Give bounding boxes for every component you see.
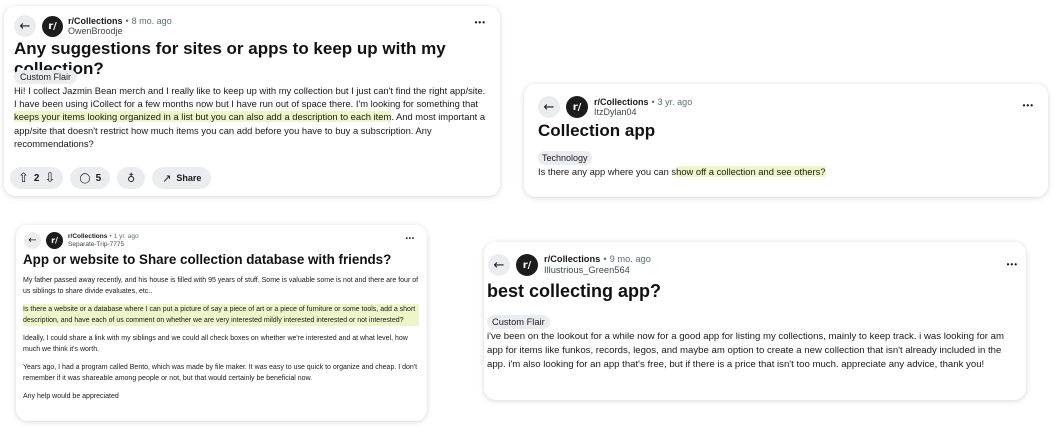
- post-body: My father passed away recently, and his …: [23, 275, 419, 402]
- post-author[interactable]: OwenBroodje: [68, 26, 172, 36]
- comments-button[interactable]: ◯ 5: [70, 167, 111, 189]
- back-button[interactable]: ←: [24, 232, 41, 249]
- post-age: 1 yr. ago: [113, 233, 139, 241]
- upvote-icon[interactable]: ⇧: [18, 171, 29, 186]
- post-body: Is there any app where you can show off …: [538, 165, 1034, 178]
- share-icon: ↗: [162, 171, 172, 185]
- share-label: Share: [176, 173, 202, 183]
- post-author[interactable]: Illustrious_Green564: [544, 265, 651, 276]
- back-button[interactable]: ←: [488, 254, 510, 276]
- post-title: Collection app: [538, 121, 656, 140]
- body-paragraph: Ideally, I could share a link with my si…: [23, 335, 408, 353]
- subreddit-avatar[interactable]: r/: [516, 254, 538, 276]
- post-body: i've been on the lookout for a while now…: [487, 330, 1020, 371]
- body-text: Hi! I collect Jazmin Bean merch and I re…: [14, 85, 486, 110]
- arrow-left-icon: ←: [19, 18, 31, 34]
- more-options-icon[interactable]: •••: [1023, 101, 1034, 110]
- post-card-4: ← r/ r/Collections • 9 mo. ago Illustrio…: [484, 242, 1026, 400]
- subreddit-avatar[interactable]: r/: [46, 232, 63, 249]
- downvote-icon[interactable]: ⇩: [44, 171, 55, 186]
- post-age: 9 mo. ago: [609, 254, 651, 265]
- post-title: App or website to Share collection datab…: [23, 252, 392, 267]
- arrow-left-icon: ←: [493, 257, 505, 273]
- body-highlight: how off a collection and see others?: [676, 166, 826, 177]
- body-paragraph: Years ago, I had a program called Bento,…: [23, 364, 418, 382]
- post-author[interactable]: Separate-Trip-7775: [68, 241, 139, 248]
- subreddit-name[interactable]: r/Collections: [594, 97, 649, 107]
- meta-separator: •: [125, 15, 129, 26]
- post-title: Any suggestions for sites or apps to kee…: [14, 39, 446, 78]
- subreddit-name[interactable]: r/Collections: [68, 233, 107, 240]
- vote-count: 2: [33, 172, 40, 184]
- award-button[interactable]: ♁: [117, 167, 146, 189]
- post-flair[interactable]: Custom Flair: [487, 315, 550, 329]
- more-options-icon[interactable]: •••: [475, 18, 486, 27]
- post-title: best collecting app?: [487, 281, 662, 301]
- vote-control: ⇧ 2 ⇩: [10, 167, 64, 189]
- arrow-left-icon: ←: [543, 99, 555, 115]
- more-options-icon[interactable]: •••: [406, 236, 415, 242]
- subreddit-name[interactable]: r/Collections: [544, 254, 600, 265]
- back-button[interactable]: ←: [14, 15, 36, 37]
- more-options-icon[interactable]: •••: [1007, 260, 1018, 269]
- meta-separator: •: [109, 233, 112, 241]
- award-icon: ♁: [127, 171, 136, 185]
- arrow-left-icon: ←: [28, 235, 37, 246]
- comment-icon: ◯: [79, 172, 91, 184]
- body-text: i've been on the lookout for a while now…: [487, 331, 1004, 370]
- post-card-3: ← r/ r/Collections • 1 yr. ago Separate-…: [16, 225, 427, 421]
- post-body: Hi! I collect Jazmin Bean merch and I re…: [14, 84, 490, 150]
- back-button[interactable]: ←: [538, 96, 560, 118]
- meta-separator: •: [603, 254, 607, 265]
- comment-count: 5: [95, 172, 102, 184]
- post-age: 8 mo. ago: [131, 15, 172, 26]
- share-button[interactable]: ↗ Share: [152, 167, 212, 189]
- post-flair[interactable]: Technology: [538, 151, 592, 165]
- subreddit-avatar[interactable]: r/: [42, 15, 63, 37]
- body-text: Is there any app where you can s: [538, 166, 677, 177]
- post-flair[interactable]: Custom Flair: [14, 70, 78, 84]
- meta-separator: •: [651, 96, 655, 107]
- body-highlight: keeps your items looking organized in a …: [14, 111, 392, 123]
- body-paragraph: Any help would be appreciated: [23, 393, 119, 400]
- post-card-2: ← r/ r/Collections • 3 yr. ago ItzDylan0…: [524, 84, 1048, 197]
- subreddit-avatar[interactable]: r/: [566, 96, 588, 118]
- post-author[interactable]: ItzDylan04: [594, 107, 692, 117]
- action-bar: ⇧ 2 ⇩ ◯ 5 ♁ ↗ Share: [10, 167, 212, 189]
- post-age: 3 yr. ago: [657, 96, 693, 107]
- body-paragraph: My father passed away recently, and his …: [23, 277, 419, 295]
- post-card-1: ← r/ r/Collections • 8 mo. ago OwenBrood…: [4, 6, 500, 196]
- subreddit-name[interactable]: r/Collections: [68, 16, 123, 26]
- body-highlight: Is there a website or a database where I…: [23, 304, 419, 326]
